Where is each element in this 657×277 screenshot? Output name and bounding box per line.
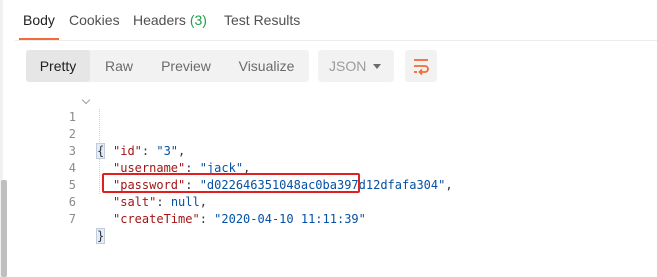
code-line: 4 "password": "d022646351048ac0ba397d12d… xyxy=(0,143,657,192)
code-line: 7 } xyxy=(0,194,657,244)
preview-button[interactable]: Preview xyxy=(148,50,224,82)
view-mode-group: Pretty Raw Preview Visualize xyxy=(26,50,309,82)
visualize-button[interactable]: Visualize xyxy=(224,50,309,82)
tab-cookies-label: Cookies xyxy=(69,12,120,28)
chevron-down-icon xyxy=(373,64,381,69)
response-tabs: Body Cookies Headers (3) Test Results xyxy=(15,0,657,40)
format-select[interactable]: JSON xyxy=(318,50,394,82)
close-brace: } xyxy=(95,228,106,244)
wrap-lines-button[interactable] xyxy=(405,50,437,82)
tab-body[interactable]: Body xyxy=(19,0,59,40)
format-select-value: JSON xyxy=(329,58,367,74)
line-number: 7 xyxy=(68,212,76,226)
wrap-lines-icon xyxy=(414,59,429,76)
tab-test-results[interactable]: Test Results xyxy=(224,0,300,38)
code-line: 1 { xyxy=(0,92,657,159)
json-key: "createTime" xyxy=(113,212,200,226)
tab-headers[interactable]: Headers (3) xyxy=(133,0,207,38)
tab-test-results-label: Test Results xyxy=(224,12,301,28)
json-separator: : xyxy=(199,212,215,226)
tabs-divider xyxy=(15,40,657,41)
pretty-button[interactable]: Pretty xyxy=(26,50,90,82)
tab-body-label: Body xyxy=(23,12,55,28)
json-value: "2020-04-10 11:11:39" xyxy=(214,212,366,226)
headers-count-badge: (3) xyxy=(189,12,207,28)
annotation-highlight-box xyxy=(102,173,360,193)
code-line: 3 "username": "jack", xyxy=(0,126,657,175)
fold-chevron-icon[interactable] xyxy=(81,95,91,105)
tab-cookies[interactable]: Cookies xyxy=(69,0,120,38)
raw-button[interactable]: Raw xyxy=(90,50,148,82)
code-line: 2 "id": "3", xyxy=(0,109,657,158)
tab-headers-label: Headers xyxy=(133,12,186,28)
